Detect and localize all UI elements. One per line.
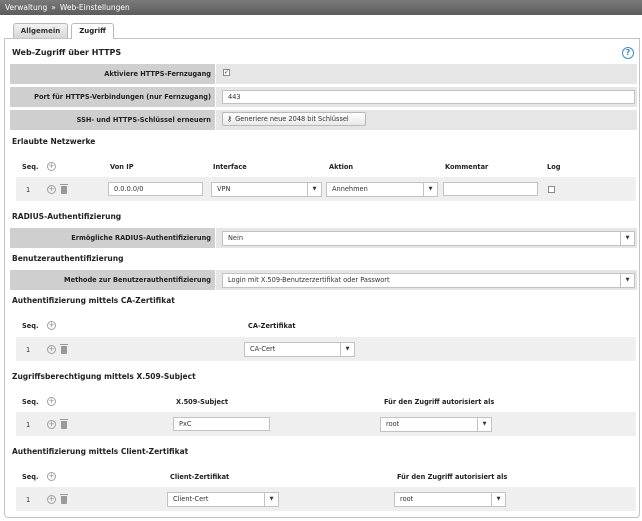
https-port-input[interactable]: 443	[222, 90, 635, 104]
tab-zugriff[interactable]: Zugriff	[71, 23, 114, 39]
table-row	[16, 412, 636, 436]
row-seq: 1	[26, 346, 31, 354]
subject-user-select[interactable]: root ▼	[380, 417, 492, 432]
row-seq: 1	[26, 496, 31, 504]
chevron-down-icon: ▼	[491, 493, 505, 506]
section-title-https: Web-Zugriff über HTTPS	[12, 48, 122, 57]
enable-https-row	[216, 64, 637, 84]
interface-select[interactable]: VPN ▼	[211, 182, 322, 197]
add-row-icon[interactable]: +	[47, 162, 56, 171]
client-cert-select[interactable]: Client-Cert ▼	[167, 492, 279, 507]
user-auth-select[interactable]: Login mit X.509-Benutzerzertifikat oder …	[222, 273, 635, 288]
breadcrumb-parent[interactable]: Verwaltung	[5, 3, 47, 12]
row-seq: 1	[26, 421, 31, 429]
section-title-ca-auth: Authentifizierung mittels CA-Zertifikat	[12, 296, 175, 305]
add-row-icon[interactable]: +	[47, 397, 56, 406]
col-subject: X.509-Subject	[176, 398, 229, 406]
col-interface: Interface	[213, 163, 247, 171]
action-select[interactable]: Annehmen ▼	[326, 182, 438, 197]
section-title-radius: RADIUS-Authentifizierung	[12, 212, 122, 221]
chevron-down-icon: ▼	[307, 183, 321, 196]
add-row-icon[interactable]: +	[47, 472, 56, 481]
ca-cert-select[interactable]: CA-Cert ▼	[244, 342, 355, 357]
trash-icon[interactable]	[60, 344, 68, 354]
chevron-down-icon: ▼	[620, 274, 634, 287]
section-title-client-auth: Authentifizierung mittels Client-Zertifi…	[12, 447, 189, 456]
breadcrumb-separator: »	[51, 3, 56, 12]
enable-https-checkbox[interactable]: ✓	[223, 69, 230, 76]
col-from-ip: Von IP	[110, 163, 134, 171]
question-circle-icon[interactable]: ?	[622, 47, 634, 59]
col-seq: Seq.	[22, 322, 39, 330]
insert-row-icon[interactable]: +	[47, 495, 56, 504]
col-log: Log	[547, 163, 561, 171]
trash-icon[interactable]	[60, 419, 68, 429]
col-ca-cert: CA-Zertifikat	[248, 322, 296, 330]
col-action: Aktion	[329, 163, 354, 171]
chevron-down-icon: ▼	[340, 343, 354, 356]
enable-https-label: Aktiviere HTTPS-Fernzugang	[10, 64, 215, 84]
user-auth-label: Methode zur Benutzerauthentifizierung	[10, 270, 215, 290]
table-row	[16, 487, 636, 511]
section-title-subject-auth: Zugriffsberechtigung mittels X.509-Subje…	[12, 372, 196, 381]
col-seq: Seq.	[22, 473, 39, 481]
radius-select[interactable]: Nein ▼	[222, 231, 635, 246]
col-seq: Seq.	[22, 398, 39, 406]
generate-keys-button[interactable]: ⚷ Generiere neue 2048 bit Schlüssel	[222, 112, 366, 126]
client-user-select[interactable]: root ▼	[394, 492, 506, 507]
comment-input[interactable]	[443, 182, 538, 196]
chevron-down-icon: ▼	[477, 418, 491, 431]
tab-allgemein[interactable]: Allgemein	[13, 23, 68, 38]
breadcrumb-current: Web-Einstellungen	[59, 3, 130, 12]
col-comment: Kommentar	[445, 163, 489, 171]
insert-row-icon[interactable]: +	[47, 345, 56, 354]
key-icon: ⚷	[227, 115, 233, 123]
trash-icon[interactable]	[60, 184, 68, 194]
add-row-icon[interactable]: +	[47, 321, 56, 330]
col-client-cert: Client-Zertifikat	[170, 473, 230, 481]
col-authorized-as: Für den Zugriff autorisiert als	[397, 473, 508, 481]
subject-input[interactable]: PxC	[173, 417, 270, 431]
section-title-user-auth: Benutzerauthentifizierung	[12, 254, 124, 263]
chevron-down-icon: ▼	[264, 493, 278, 506]
https-port-label: Port für HTTPS-Verbindungen (nur Fernzug…	[10, 87, 215, 107]
insert-row-icon[interactable]: +	[47, 420, 56, 429]
col-authorized-as: Für den Zugriff autorisiert als	[384, 398, 495, 406]
log-checkbox[interactable]	[548, 186, 555, 193]
from-ip-input[interactable]: 0.0.0.0/0	[108, 182, 203, 196]
trash-icon[interactable]	[60, 494, 68, 504]
insert-row-icon[interactable]: +	[47, 185, 56, 194]
breadcrumb: Verwaltung » Web-Einstellungen	[0, 0, 642, 15]
radius-label: Ermögliche RADIUS-Authentifizierung	[10, 228, 215, 248]
col-seq: Seq.	[22, 163, 39, 171]
section-title-networks: Erlaubte Netzwerke	[12, 137, 96, 146]
row-seq: 1	[26, 186, 31, 194]
chevron-down-icon: ▼	[620, 232, 634, 245]
renew-keys-label: SSH- und HTTPS-Schlüssel erneuern	[10, 110, 215, 130]
generate-keys-label: Generiere neue 2048 bit Schlüssel	[235, 115, 349, 123]
chevron-down-icon: ▼	[423, 183, 437, 196]
